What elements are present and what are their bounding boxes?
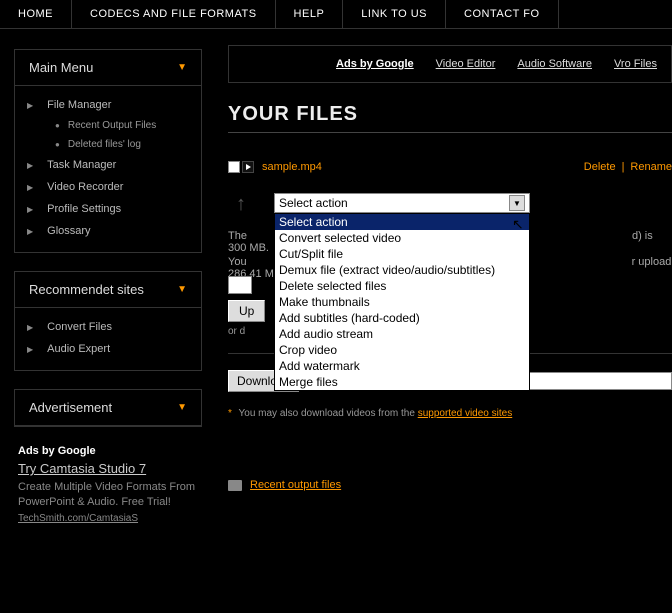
caret-icon: ▶: [27, 345, 33, 354]
top-nav: HOME CODECS AND FILE FORMATS HELP LINK T…: [0, 0, 672, 29]
advertisement-title: Advertisement: [29, 400, 112, 415]
caret-icon: ▶: [27, 183, 33, 192]
sidebar-sub-recent-output[interactable]: ●Recent Output Files: [19, 116, 197, 135]
sidebar-item-audio-expert[interactable]: ▶Audio Expert: [19, 338, 197, 360]
download-note: * You may also download videos from the …: [228, 408, 672, 419]
nav-home[interactable]: HOME: [0, 0, 72, 28]
caret-icon: ▶: [27, 323, 33, 332]
arrow-up-icon: ↑: [236, 193, 246, 216]
sidebar-item-file-manager[interactable]: ▶File Manager: [19, 94, 197, 116]
nav-help[interactable]: HELP: [276, 0, 344, 28]
caret-icon: ▶: [27, 161, 33, 170]
option-crop[interactable]: Crop video: [275, 342, 529, 358]
ads-link-vro-files[interactable]: Vro Files: [614, 58, 657, 70]
play-icon[interactable]: [242, 161, 254, 173]
nav-codecs[interactable]: CODECS AND FILE FORMATS: [72, 0, 276, 28]
chevron-down-icon: ▼: [177, 62, 187, 73]
main-menu-header[interactable]: Main Menu ▼: [15, 50, 201, 86]
select-value: Select action: [279, 196, 509, 210]
ad-url[interactable]: TechSmith.com/CamtasiaS: [18, 513, 198, 524]
sidebar-ad: Ads by Google Try Camtasia Studio 7 Crea…: [14, 445, 202, 524]
bullet-icon: ●: [55, 121, 60, 130]
divider: [228, 132, 672, 133]
ads-link-audio-software[interactable]: Audio Software: [517, 58, 592, 70]
sidebar-item-glossary[interactable]: ▶Glossary: [19, 220, 197, 242]
folder-icon: [228, 480, 242, 491]
option-convert[interactable]: Convert selected video: [275, 230, 529, 246]
nav-link-to-us[interactable]: LINK TO US: [343, 0, 446, 28]
rename-link[interactable]: Rename: [630, 161, 672, 173]
sidebar-item-task-manager[interactable]: ▶Task Manager: [19, 154, 197, 176]
file-name-link[interactable]: sample.mp4: [262, 161, 322, 173]
caret-icon: ▶: [27, 227, 33, 236]
caret-icon: ▶: [27, 205, 33, 214]
advertisement-panel: Advertisement ▼: [14, 389, 202, 427]
file-input-stub[interactable]: [228, 276, 252, 294]
option-watermark[interactable]: Add watermark: [275, 358, 529, 374]
ads-by-google-label: Ads by Google: [18, 445, 202, 457]
sidebar-sub-deleted-log[interactable]: ●Deleted files' log: [19, 135, 197, 154]
action-select[interactable]: Select action ▼: [274, 193, 530, 213]
ad-description: Create Multiple Video Formats From Power…: [18, 480, 198, 511]
select-arrow-icon[interactable]: ▼: [509, 195, 525, 211]
ads-by-google-link[interactable]: Ads by Google: [336, 58, 414, 70]
file-row: sample.mp4 Delete | Rename: [228, 161, 672, 173]
option-thumbnails[interactable]: Make thumbnails: [275, 294, 529, 310]
chevron-down-icon: ▼: [177, 402, 187, 413]
delete-link[interactable]: Delete: [584, 161, 616, 173]
option-subtitles[interactable]: Add subtitles (hard-coded): [275, 310, 529, 326]
recent-output-link[interactable]: Recent output files: [250, 479, 341, 491]
sidebar-item-video-recorder[interactable]: ▶Video Recorder: [19, 176, 197, 198]
recommended-header[interactable]: Recommendet sites ▼: [15, 272, 201, 308]
option-cut-split[interactable]: Cut/Split file: [275, 246, 529, 262]
recommended-panel: Recommendet sites ▼ ▶Convert Files ▶Audi…: [14, 271, 202, 371]
advertisement-header[interactable]: Advertisement ▼: [15, 390, 201, 426]
nav-contact[interactable]: CONTACT FO: [446, 0, 558, 28]
sidebar-item-profile-settings[interactable]: ▶Profile Settings: [19, 198, 197, 220]
upload-button[interactable]: Up: [228, 300, 265, 322]
chevron-down-icon: ▼: [177, 284, 187, 295]
recommended-title: Recommendet sites: [29, 282, 144, 297]
main-menu-panel: Main Menu ▼ ▶File Manager ●Recent Output…: [14, 49, 202, 253]
option-audio-stream[interactable]: Add audio stream: [275, 326, 529, 342]
action-dropdown: Select action Convert selected video Cut…: [274, 213, 530, 391]
sidebar-item-convert-files[interactable]: ▶Convert Files: [19, 316, 197, 338]
rename-input[interactable]: [507, 372, 672, 390]
bullet-icon: ●: [55, 140, 60, 149]
file-checkbox[interactable]: [228, 161, 240, 173]
option-select-action[interactable]: Select action: [275, 214, 529, 230]
option-demux[interactable]: Demux file (extract video/audio/subtitle…: [275, 262, 529, 278]
option-delete[interactable]: Delete selected files: [275, 278, 529, 294]
page-title: YOUR FILES: [228, 103, 672, 126]
supported-sites-link[interactable]: supported video sites: [418, 408, 513, 419]
main-menu-title: Main Menu: [29, 60, 93, 75]
ad-title-link[interactable]: Try Camtasia Studio 7: [18, 461, 198, 478]
main-content: Ads by Google Video Editor Audio Softwar…: [210, 29, 672, 532]
caret-icon: ▶: [27, 101, 33, 110]
sidebar: Main Menu ▼ ▶File Manager ●Recent Output…: [0, 29, 210, 532]
option-merge[interactable]: Merge files: [275, 374, 529, 390]
ads-bar: Ads by Google Video Editor Audio Softwar…: [228, 45, 672, 83]
ads-link-video-editor[interactable]: Video Editor: [436, 58, 496, 70]
